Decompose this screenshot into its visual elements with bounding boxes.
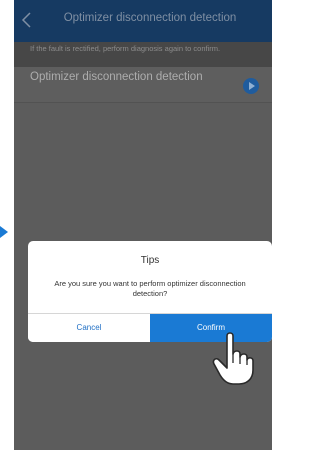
hand-pointer-icon <box>212 332 254 385</box>
chevron-left-icon[interactable] <box>20 11 34 29</box>
app-header: Optimizer disconnection detection <box>14 0 272 42</box>
list-item-label: Optimizer disconnection detection <box>30 71 203 83</box>
confirm-dialog: Tips Are you sure you want to perform op… <box>28 241 272 342</box>
dialog-message: Are you sure you want to perform optimiz… <box>54 279 246 298</box>
cancel-button[interactable]: Cancel <box>28 314 150 342</box>
phone-screen: Optimizer disconnection detection If the… <box>14 0 272 450</box>
play-button[interactable] <box>243 78 259 94</box>
hint-text: If the fault is rectified, perform diagn… <box>30 44 221 53</box>
play-icon <box>249 82 255 90</box>
tutorial-page: Optimizer disconnection detection If the… <box>0 0 277 450</box>
page-title: Optimizer disconnection detection <box>63 12 237 24</box>
dialog-title: Tips <box>140 255 160 266</box>
arrow-right-icon <box>0 226 8 238</box>
